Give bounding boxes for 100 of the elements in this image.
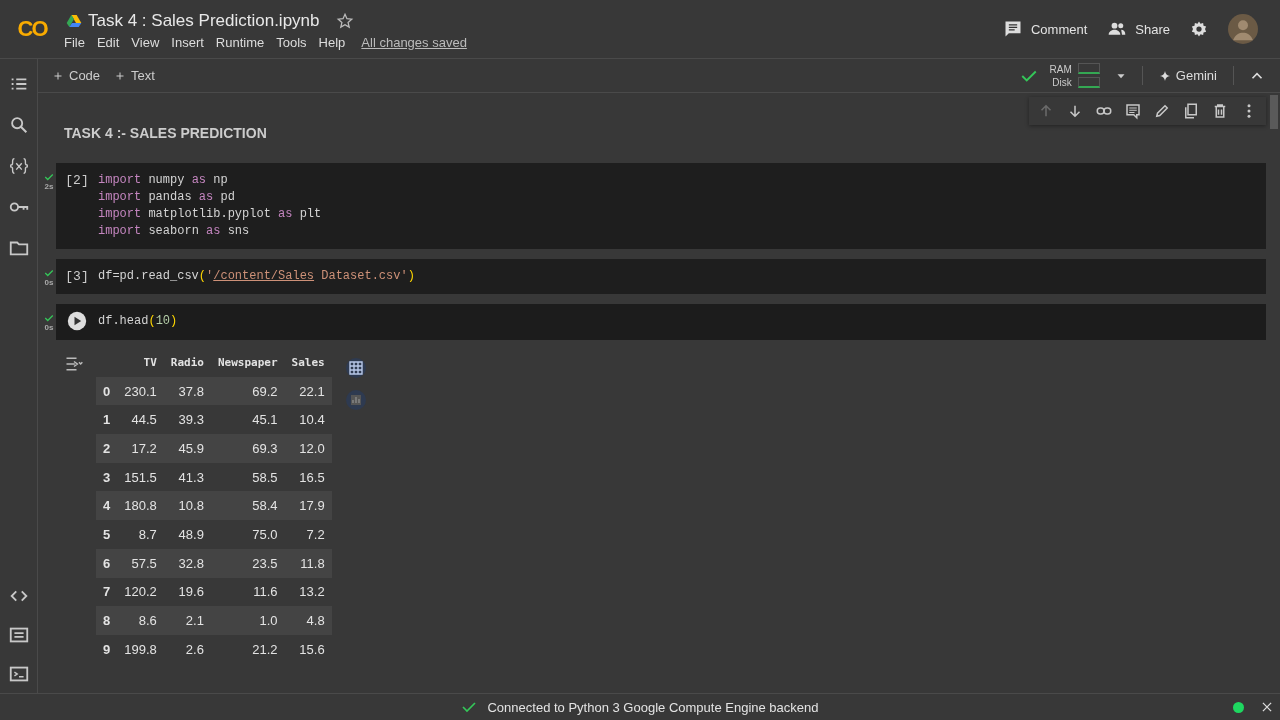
- table-cell: 37.8: [163, 376, 211, 406]
- column-header: Newspaper: [210, 348, 285, 377]
- code-line[interactable]: df=pd.read_csv('/content/Sales Dataset.csv'): [98, 268, 415, 285]
- add-cell-button[interactable]: Text: [110, 66, 159, 85]
- table-cell: 57.5: [117, 548, 164, 578]
- table-cell: 12.0: [284, 434, 332, 463]
- menu-item[interactable]: Edit: [96, 34, 120, 50]
- comment-icon: [1002, 19, 1023, 39]
- table-cell: 41.3: [163, 462, 211, 492]
- notebook-title[interactable]: Task 4 : Sales Prediction.ipynb: [88, 10, 320, 31]
- table-cell: 16.5: [284, 462, 332, 492]
- table-cell: 13.2: [284, 577, 332, 607]
- table-cell: 120.2: [117, 577, 164, 607]
- menu-item[interactable]: File: [64, 34, 85, 50]
- menu-item[interactable]: Insert: [171, 34, 204, 50]
- execution-time: 0s: [44, 278, 54, 287]
- row-index: 2: [96, 434, 118, 463]
- code-line[interactable]: df.head(10): [98, 313, 178, 330]
- code-line[interactable]: import pandas as pd: [98, 189, 322, 206]
- table-cell: 180.8: [117, 491, 164, 521]
- table-cell: 7.2: [284, 520, 332, 549]
- section-heading: TASK 4 :- SALES PREDICTION: [64, 125, 268, 141]
- execution-time: 0s: [44, 323, 54, 332]
- execution-count: [2]: [65, 172, 89, 189]
- row-index: 4: [96, 491, 118, 521]
- table-cell: 10.8: [163, 491, 211, 521]
- run-cell-icon[interactable]: [67, 311, 87, 331]
- table-cell: 10.4: [284, 405, 332, 435]
- table-cell: 230.1: [117, 376, 164, 406]
- avatar-icon[interactable]: [1228, 14, 1258, 44]
- table-cell: 44.5: [117, 405, 164, 435]
- menu-item[interactable]: Tools: [276, 34, 307, 50]
- column-header: TV: [117, 348, 164, 377]
- colab-logo[interactable]: CO: [0, 16, 64, 42]
- row-index: 1: [96, 405, 118, 435]
- star-icon[interactable]: [335, 11, 354, 30]
- table-cell: 75.0: [210, 520, 285, 549]
- row-index: 5: [96, 520, 118, 549]
- column-header: Sales: [284, 348, 332, 377]
- menu-item[interactable]: View: [131, 34, 160, 50]
- copy-icon[interactable]: [1182, 102, 1200, 120]
- table-cell: 11.8: [284, 548, 332, 578]
- table-cell: 17.9: [284, 491, 332, 521]
- table-cell: 39.3: [163, 405, 211, 435]
- table-cell: 8.7: [117, 520, 164, 549]
- table-cell: 11.6: [210, 577, 285, 607]
- code-cell[interactable]: [2] import numpy as np import pandas as pd import matplotlib.pyplot as plt import seaborn as sns: [56, 163, 1266, 249]
- row-index: 8: [96, 606, 118, 635]
- comment-icon[interactable]: [1124, 102, 1142, 120]
- settings-icon[interactable]: [1190, 20, 1208, 38]
- add-cell-button[interactable]: Code: [48, 66, 105, 85]
- table-cell: 45.1: [210, 405, 285, 435]
- save-status-link[interactable]: All changes saved: [361, 34, 467, 50]
- execution-count: [3]: [65, 268, 89, 285]
- table-cell: 151.5: [117, 462, 164, 492]
- code-cell[interactable]: df.head(10): [56, 304, 1266, 340]
- table-cell: 69.2: [210, 376, 285, 406]
- table-cell: 48.9: [163, 520, 211, 549]
- column-header: Radio: [163, 348, 211, 377]
- code-cell[interactable]: [3] df=pd.read_csv('/content/Sales Dataset.csv'): [56, 259, 1266, 294]
- row-index: 3: [96, 462, 118, 492]
- table-cell: 22.1: [284, 376, 332, 406]
- menu-item[interactable]: Runtime: [215, 34, 265, 50]
- row-index: 9: [96, 634, 118, 664]
- status-message: Connected to Python 3 Google Compute Engine backend: [487, 699, 819, 715]
- row-index: 7: [96, 577, 118, 607]
- table-cell: 17.2: [117, 434, 164, 463]
- table-cell: 21.2: [210, 634, 285, 664]
- comment-button[interactable]: Comment: [1002, 19, 1088, 39]
- table-cell: 69.3: [210, 434, 285, 463]
- resources-button[interactable]: RAM Disk: [1019, 62, 1100, 89]
- table-cell: 2.1: [163, 606, 211, 635]
- table-cell: 15.6: [284, 634, 332, 664]
- table-cell: 58.5: [210, 462, 285, 492]
- gemini-button[interactable]: Gemini: [1141, 66, 1234, 85]
- code-line[interactable]: import matplotlib.pyplot as plt: [98, 206, 322, 223]
- pencil-icon[interactable]: [1153, 102, 1171, 120]
- row-index: 0: [96, 376, 118, 406]
- table-cell: 19.6: [163, 577, 211, 607]
- output-toggle-icon[interactable]: [64, 354, 84, 374]
- execution-time: 2s: [44, 182, 54, 191]
- sparkle-icon: [1158, 69, 1171, 82]
- code-line[interactable]: import numpy as np: [98, 172, 322, 189]
- row-index: 6: [96, 548, 118, 578]
- menu-item[interactable]: Help: [318, 34, 346, 50]
- table-cell: 58.4: [210, 491, 285, 521]
- close-icon[interactable]: [1260, 700, 1274, 714]
- table-cell: 1.0: [210, 606, 285, 635]
- table-cell: 4.8: [284, 606, 332, 635]
- table-cell: 2.6: [163, 634, 211, 664]
- share-button[interactable]: Share: [1107, 19, 1170, 39]
- table-cell: 8.6: [117, 606, 164, 635]
- table-cell: 45.9: [163, 434, 211, 463]
- variables-icon[interactable]: [7, 155, 30, 177]
- scrollbar-thumb[interactable]: [1270, 95, 1278, 129]
- table-cell: 23.5: [210, 548, 285, 578]
- drive-icon[interactable]: [66, 12, 82, 29]
- table-cell: 32.8: [163, 548, 211, 578]
- table-cell: 199.8: [117, 634, 164, 664]
- code-line[interactable]: import seaborn as sns: [98, 223, 322, 240]
